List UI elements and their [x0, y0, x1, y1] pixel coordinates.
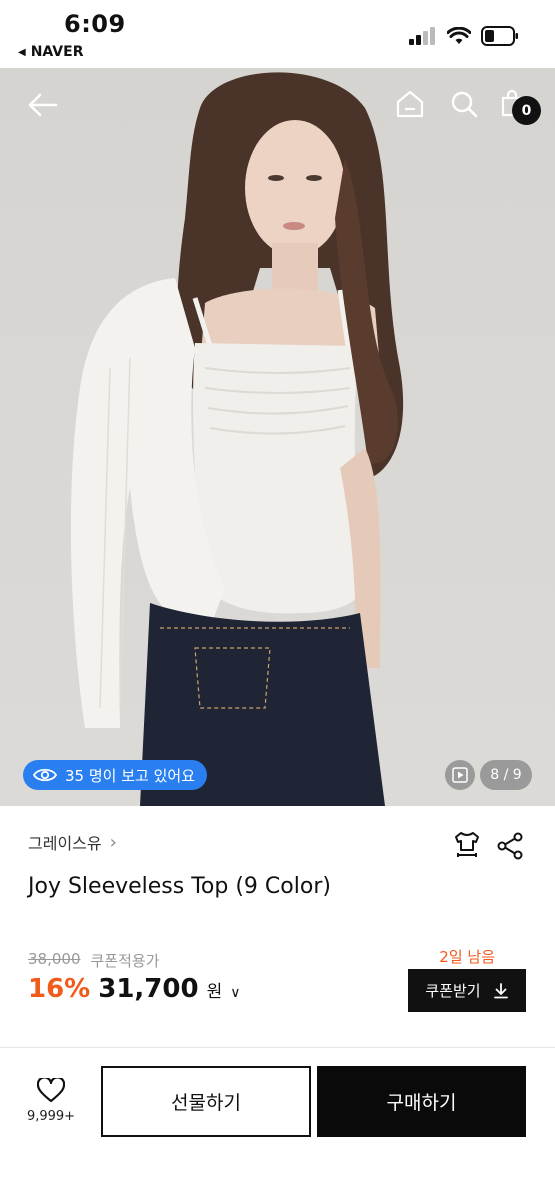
status-bar: 6:09 ◀ NAVER [0, 0, 555, 68]
chevron-down-icon[interactable]: ∨ [230, 985, 240, 1001]
share-icon [497, 832, 523, 860]
get-coupon-button[interactable]: 쿠폰받기 [408, 969, 526, 1012]
cart-count-badge: 0 [512, 96, 541, 125]
sale-price: 31,700 [98, 974, 199, 1004]
play-video-button[interactable] [445, 760, 475, 790]
product-image[interactable]: 35 명이 보고 있어요 8 / 9 [0, 68, 555, 806]
clock: 6:09 [64, 10, 126, 38]
heart-icon [37, 1078, 65, 1103]
model-photo [70, 72, 404, 806]
section-divider [0, 1047, 555, 1048]
live-viewers-badge: 35 명이 보고 있어요 [23, 760, 207, 790]
arrow-left-icon [28, 93, 58, 117]
like-button[interactable]: 9,999+ [22, 1078, 80, 1124]
back-app-label: NAVER [30, 44, 84, 60]
coupon-button-label: 쿠폰받기 [425, 982, 481, 1000]
search-button[interactable] [448, 88, 480, 120]
brand-name: 그레이스유 [28, 834, 102, 853]
cellular-signal-icon [409, 27, 435, 45]
battery-icon [481, 26, 518, 46]
size-guide-button[interactable] [452, 830, 482, 864]
home-icon [396, 90, 424, 118]
chevron-right-icon: › [109, 831, 117, 853]
coupon-days-left: 2일 남음 [439, 948, 495, 966]
image-counter: 8 / 9 [480, 760, 532, 790]
coupon-price-label: 쿠폰적용가 [90, 952, 160, 970]
currency-unit: 원 [206, 982, 223, 1002]
brand-link[interactable]: 그레이스유 › [28, 830, 117, 854]
product-title: Joy Sleeveless Top (9 Color) [28, 874, 331, 899]
wifi-icon [447, 27, 471, 44]
shirt-size-icon [455, 832, 479, 857]
viewers-text: 35 명이 보고 있어요 [65, 766, 195, 785]
back-button[interactable] [26, 88, 60, 122]
play-icon [452, 767, 468, 783]
system-icons [409, 26, 519, 46]
home-button[interactable] [394, 88, 426, 120]
back-to-app-link[interactable]: ◀ NAVER [18, 44, 83, 60]
search-icon [451, 91, 478, 118]
like-count: 9,999+ [26, 1109, 76, 1124]
gift-button[interactable]: 선물하기 [101, 1066, 311, 1137]
eye-icon [33, 768, 57, 782]
discount-rate: 16% [28, 974, 91, 1004]
price-row[interactable]: 16% 31,700 원 ∨ [28, 974, 240, 1004]
buy-button[interactable]: 구매하기 [317, 1066, 526, 1137]
back-triangle-icon: ◀ [18, 46, 26, 58]
price-meta-row: 38,000 쿠폰적용가 [28, 950, 160, 971]
download-icon [493, 982, 508, 998]
original-price: 38,000 [28, 950, 81, 968]
share-button[interactable] [496, 832, 524, 864]
